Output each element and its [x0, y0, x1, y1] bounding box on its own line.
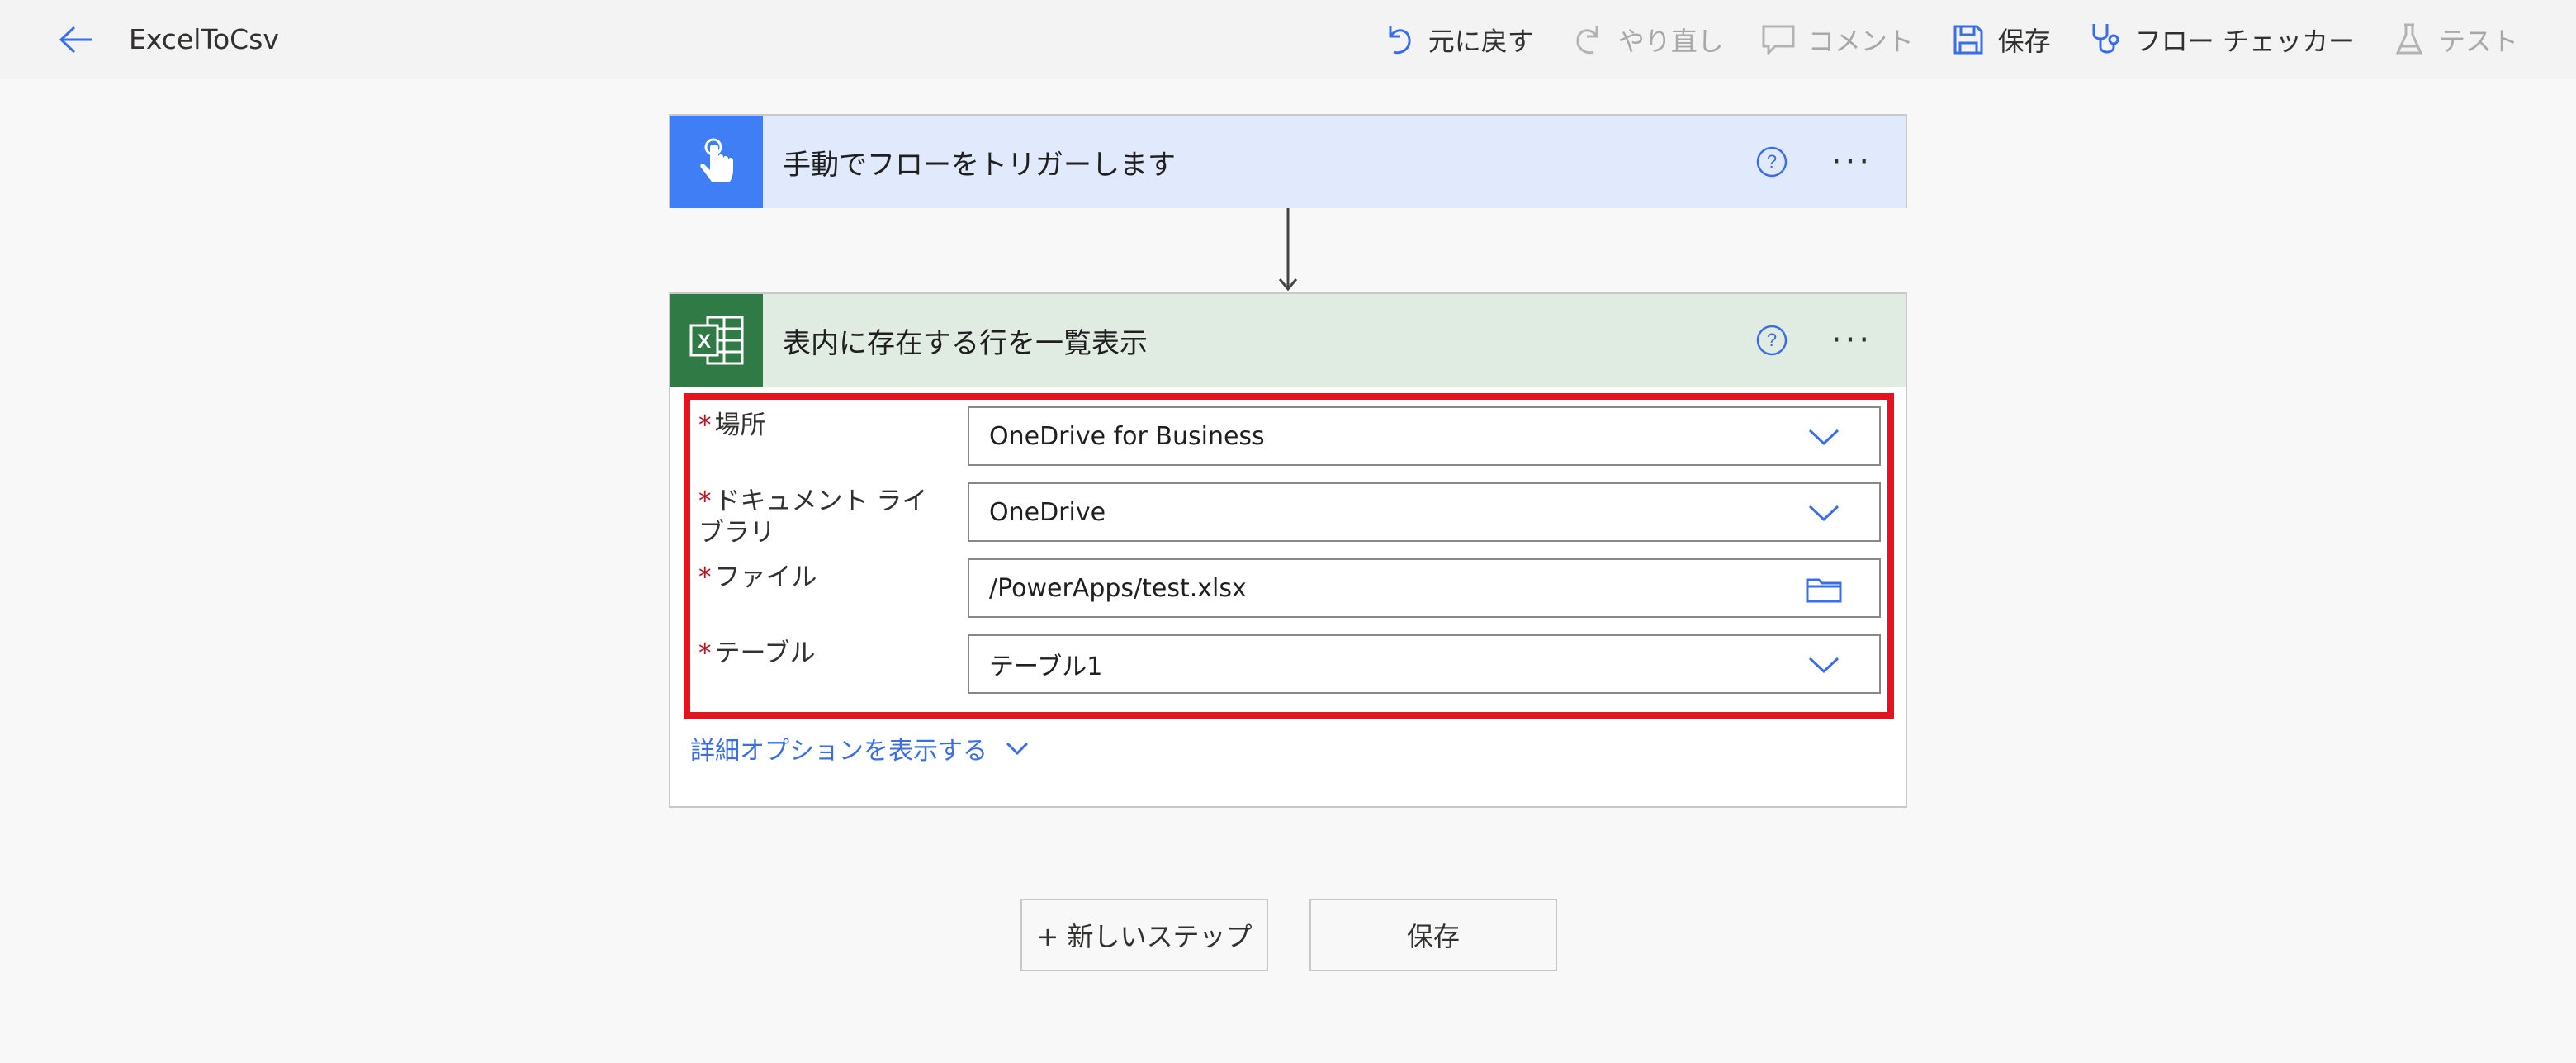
document-library-dropdown[interactable]: OneDrive	[968, 482, 1881, 542]
comment-button[interactable]: コメント	[1762, 21, 1914, 59]
show-advanced-options-link[interactable]: 詳細オプションを表示する	[690, 730, 1029, 766]
comment-icon	[1762, 23, 1795, 56]
required-marker: *	[698, 638, 712, 668]
required-marker: *	[698, 486, 712, 516]
action-card-header[interactable]: X 表内に存在する行を一覧表示 ? ···	[670, 294, 1906, 387]
field-label-document-library-text: ドキュメント ライブラリ	[698, 486, 928, 548]
back-arrow-icon[interactable]	[53, 18, 99, 61]
excel-letter: X	[698, 330, 711, 353]
field-label-location-text: 場所	[714, 410, 766, 440]
chevron-down-icon[interactable]	[1805, 420, 1843, 454]
file-picker-input[interactable]: /PowerApps/test.xlsx	[968, 558, 1881, 618]
save-toolbar-button[interactable]: 保存	[1952, 21, 2051, 59]
touch-hand-icon	[670, 116, 763, 208]
undo-button[interactable]: 元に戻す	[1382, 21, 1534, 59]
location-dropdown[interactable]: OneDrive for Business	[968, 406, 1881, 466]
top-bar: ExcelToCsv 元に戻す やり直し コメント 保存 フロー チェッカー テ…	[0, 0, 2576, 79]
trigger-card-header[interactable]: 手動でフローをトリガーします ? ···	[670, 116, 1906, 208]
redo-icon	[1572, 23, 1605, 56]
required-marker: *	[698, 562, 712, 592]
save-disk-icon	[1952, 23, 1985, 56]
table-dropdown[interactable]: テーブル1	[968, 634, 1881, 694]
stethoscope-icon	[2089, 23, 2122, 56]
field-label-file-text: ファイル	[714, 562, 817, 592]
field-label-table: * テーブル	[698, 638, 946, 669]
document-library-value: OneDrive	[989, 497, 1106, 527]
field-label-location: * 場所	[698, 410, 946, 441]
field-row-location: * 場所 OneDrive for Business	[687, 406, 1881, 467]
excel-icon: X	[670, 294, 763, 387]
redo-label: やり直し	[1617, 26, 1724, 57]
flask-icon	[2393, 23, 2426, 56]
flow-title: ExcelToCsv	[129, 23, 279, 55]
new-step-button[interactable]: + 新しいステップ	[1020, 899, 1268, 971]
chevron-down-icon[interactable]	[1805, 648, 1843, 682]
help-icon[interactable]: ?	[1754, 322, 1790, 358]
flow-checker-label: フロー チェッカー	[2134, 26, 2355, 57]
redo-button[interactable]: やり直し	[1572, 21, 1724, 59]
action-title: 表内に存在する行を一覧表示	[783, 326, 1148, 360]
save-toolbar-label: 保存	[1997, 26, 2051, 57]
file-value: /PowerApps/test.xlsx	[989, 573, 1247, 603]
help-icon[interactable]: ?	[1754, 144, 1790, 180]
save-button[interactable]: 保存	[1309, 899, 1557, 971]
more-options-icon[interactable]: ···	[1823, 144, 1881, 180]
chevron-down-icon[interactable]	[1805, 496, 1843, 530]
flow-checker-button[interactable]: フロー チェッカー	[2089, 21, 2355, 59]
location-value: OneDrive for Business	[989, 421, 1265, 451]
command-toolbar: 元に戻す やり直し コメント 保存 フロー チェッカー テスト	[1382, 15, 2518, 64]
trigger-title: 手動でフローをトリガーします	[783, 148, 1176, 182]
field-label-table-text: テーブル	[714, 638, 816, 668]
list-rows-action-card[interactable]: X 表内に存在する行を一覧表示 ? ··· * 場所 OneDrive for B…	[669, 292, 1907, 808]
undo-label: 元に戻す	[1428, 26, 1534, 57]
field-label-file: * ファイル	[698, 562, 946, 593]
test-label: テスト	[2438, 26, 2518, 57]
required-marker: *	[698, 410, 712, 440]
test-button[interactable]: テスト	[2393, 21, 2518, 59]
field-row-file: * ファイル /PowerApps/test.xlsx	[687, 558, 1881, 619]
field-row-table: * テーブル テーブル1	[687, 634, 1881, 695]
comment-label: コメント	[1807, 26, 1914, 57]
svg-text:?: ?	[1767, 151, 1777, 172]
table-value: テーブル1	[989, 653, 1103, 681]
chevron-down-icon	[1006, 742, 1029, 756]
trigger-card[interactable]: 手動でフローをトリガーします ? ···	[669, 114, 1907, 208]
undo-icon	[1382, 23, 1415, 56]
field-label-document-library: * ドキュメント ライブラリ	[698, 486, 946, 548]
connector-arrow-icon	[1279, 208, 1297, 292]
svg-text:?: ?	[1767, 330, 1777, 350]
more-options-icon[interactable]: ···	[1823, 322, 1881, 358]
field-row-document-library: * ドキュメント ライブラリ OneDrive	[687, 482, 1881, 548]
advanced-options-label: 詳細オプションを表示する	[690, 737, 987, 766]
folder-icon[interactable]	[1805, 572, 1843, 606]
